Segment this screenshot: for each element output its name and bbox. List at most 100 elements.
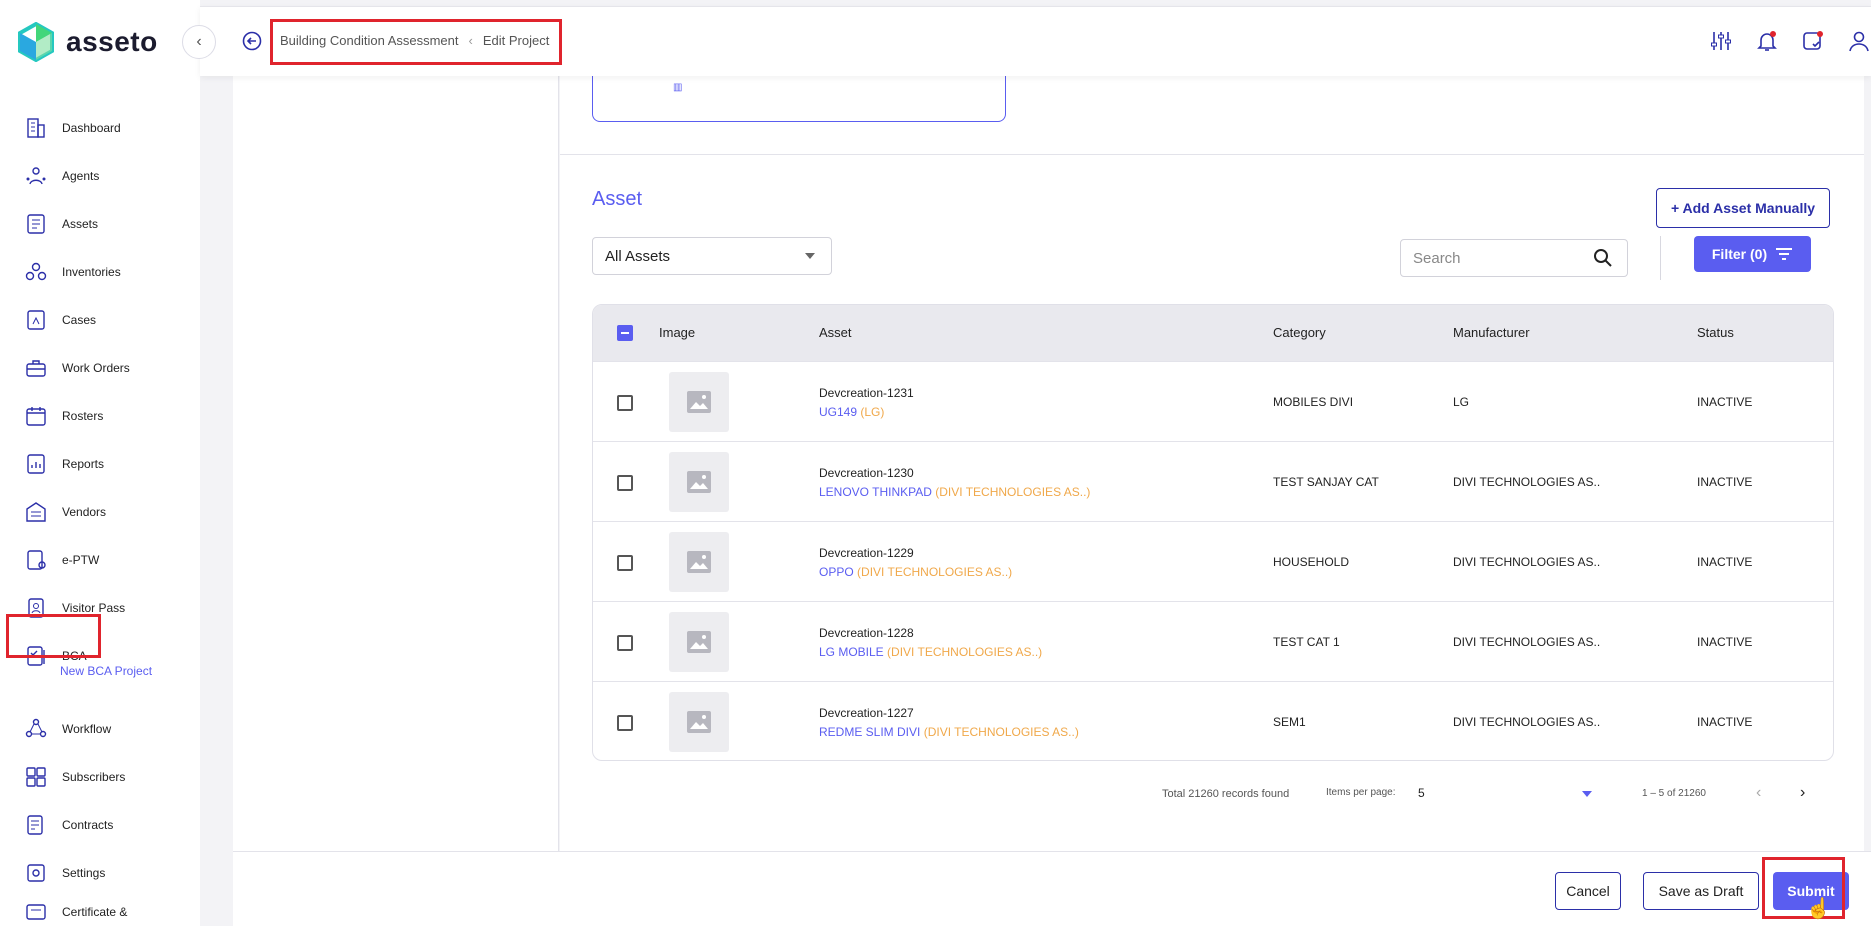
certificate-icon <box>24 900 48 924</box>
cancel-button[interactable]: Cancel <box>1555 872 1621 910</box>
chart-icon: ▥ <box>673 82 683 93</box>
previous-page-icon[interactable]: ‹ <box>1756 784 1761 802</box>
save-as-draft-button[interactable]: Save as Draft <box>1643 872 1759 910</box>
tasks-icon[interactable] <box>1801 29 1825 53</box>
image-placeholder-icon <box>687 471 711 493</box>
sidebar-item-inventories[interactable]: Inventories <box>24 257 121 287</box>
back-arrow-icon[interactable] <box>242 31 262 51</box>
sidebar-item-dashboard[interactable]: Dashboard <box>24 113 121 143</box>
chevron-left-icon: ‹ <box>196 33 202 50</box>
sidebar-item-label: Dashboard <box>62 121 121 135</box>
next-page-icon[interactable]: › <box>1800 784 1805 802</box>
asset-subtitle: OPPO (DIVI TECHNOLOGIES AS..) <box>819 565 1012 579</box>
asset-thumbnail <box>669 692 729 752</box>
row-checkbox[interactable] <box>617 635 633 651</box>
vendors-icon <box>24 500 48 524</box>
asset-status: INACTIVE <box>1697 635 1753 649</box>
assets-icon <box>24 212 48 236</box>
sidebar-item-contracts[interactable]: Contracts <box>24 810 113 840</box>
sliders-icon[interactable] <box>1709 29 1733 53</box>
sidebar-item-settings[interactable]: Settings <box>24 858 105 888</box>
select-all-checkbox[interactable] <box>617 325 633 341</box>
asset-status: INACTIVE <box>1697 555 1753 569</box>
sidebar-item-vendors[interactable]: Vendors <box>24 497 106 527</box>
asset-name[interactable]: Devcreation-1229 <box>819 546 914 560</box>
caret-down-icon[interactable] <box>1582 791 1592 797</box>
table-row[interactable]: Devcreation-1231 UG149 (LG) MOBILES DIVI LG… <box>593 361 1833 441</box>
caret-down-icon <box>805 253 815 259</box>
asset-model: REDME SLIM DIVI <box>819 725 921 739</box>
logo[interactable]: asseto <box>18 22 158 62</box>
search-placeholder: Search <box>1413 249 1461 267</box>
page-range: 1 – 5 of 21260 <box>1642 788 1706 799</box>
asset-thumbnail <box>669 612 729 672</box>
asset-thumbnail <box>669 532 729 592</box>
workflow-icon <box>24 717 48 741</box>
search-icon[interactable] <box>1593 248 1613 268</box>
sidebar-item-label: Contracts <box>62 818 114 832</box>
row-checkbox[interactable] <box>617 555 633 571</box>
search-input[interactable]: Search <box>1400 239 1628 277</box>
asset-name[interactable]: Devcreation-1228 <box>819 626 914 640</box>
calendar-icon <box>24 404 48 428</box>
sidebar-item-agents[interactable]: Agents <box>24 161 99 191</box>
top-icons <box>1709 29 1871 53</box>
asset-name[interactable]: Devcreation-1227 <box>819 706 914 720</box>
filter-button[interactable]: Filter (0) <box>1694 236 1811 272</box>
row-checkbox[interactable] <box>617 395 633 411</box>
sidebar-item-rosters[interactable]: Rosters <box>24 401 103 431</box>
sidebar-item-label: Certificate & <box>62 905 128 919</box>
sidebar-item-label: Agents <box>62 169 100 183</box>
sidebar-item-label: Rosters <box>62 409 104 423</box>
table-row[interactable]: Devcreation-1227 REDME SLIM DIVI (DIVI TE… <box>593 681 1833 760</box>
sidebar-item-workflow[interactable]: Workflow <box>24 714 111 744</box>
asset-manufacturer-short: (LG) <box>860 405 885 419</box>
sidebar-subitem-new-bca-project[interactable]: New BCA Project <box>60 664 152 678</box>
bell-icon[interactable] <box>1755 29 1779 53</box>
asset-filter-select[interactable]: All Assets <box>592 237 832 275</box>
image-placeholder-icon <box>687 551 711 573</box>
sidebar-item-label: Settings <box>62 866 106 880</box>
asset-manufacturer: LG <box>1453 395 1470 409</box>
sidebar-item-label: e-PTW <box>62 553 100 567</box>
user-icon[interactable] <box>1847 29 1871 53</box>
asset-name[interactable]: Devcreation-1230 <box>819 466 914 480</box>
asset-manufacturer: DIVI TECHNOLOGIES AS.. <box>1453 475 1601 489</box>
asset-section-title: Asset <box>592 188 643 210</box>
table-row[interactable]: Devcreation-1228 LG MOBILE (DIVI TECHNOLO… <box>593 601 1833 681</box>
inventories-icon <box>24 260 48 284</box>
asset-model: UG149 <box>819 405 858 419</box>
collapse-sidebar-button[interactable]: ‹ <box>182 25 216 59</box>
items-per-page-select[interactable]: 5 <box>1418 786 1425 800</box>
asset-manufacturer-short: (DIVI TECHNOLOGIES AS..) <box>935 485 1091 499</box>
image-placeholder-icon <box>687 631 711 653</box>
sidebar-item-label: Visitor Pass <box>62 601 126 615</box>
asset-model: OPPO <box>819 565 854 579</box>
sidebar-item-work-orders[interactable]: Work Orders <box>24 353 130 383</box>
main-panel: ▥ Asset + Add Asset Manually All Assets … <box>560 72 1864 851</box>
row-checkbox[interactable] <box>617 475 633 491</box>
topbar: Building Condition Assessment ‹ Edit Pro… <box>200 6 1871 76</box>
asset-name[interactable]: Devcreation-1231 <box>819 386 914 400</box>
sidebar-item-cases[interactable]: Cases <box>24 305 96 335</box>
agents-icon <box>24 164 48 188</box>
logo-hexagon-icon <box>18 22 54 62</box>
row-checkbox[interactable] <box>617 715 633 731</box>
sidebar-item-subscribers[interactable]: Subscribers <box>24 762 125 792</box>
table-row[interactable]: Devcreation-1230 LENOVO THINKPAD (DIVI TE… <box>593 441 1833 521</box>
sidebar-item-assets[interactable]: Assets <box>24 209 98 239</box>
asset-status: INACTIVE <box>1697 475 1753 489</box>
table-row[interactable]: Devcreation-1229 OPPO (DIVI TECHNOLOGIES … <box>593 521 1833 601</box>
highlight-bca <box>6 614 101 658</box>
asset-category: SEM1 <box>1273 715 1306 729</box>
select-value: All Assets <box>605 247 671 265</box>
filter-label: Filter (0) <box>1711 246 1768 262</box>
sidebar-item-reports[interactable]: Reports <box>24 449 104 479</box>
asset-model: LG MOBILE <box>819 645 884 659</box>
sidebar: asseto Dashboard Agents Assets Inventories C… <box>0 0 200 926</box>
divider <box>1660 236 1661 280</box>
add-asset-manually-button[interactable]: + Add Asset Manually <box>1656 188 1830 228</box>
sidebar-item-certificate[interactable]: Certificate & <box>24 897 127 926</box>
sidebar-item-e-ptw[interactable]: e-PTW <box>24 545 99 575</box>
settings-icon <box>24 861 48 885</box>
